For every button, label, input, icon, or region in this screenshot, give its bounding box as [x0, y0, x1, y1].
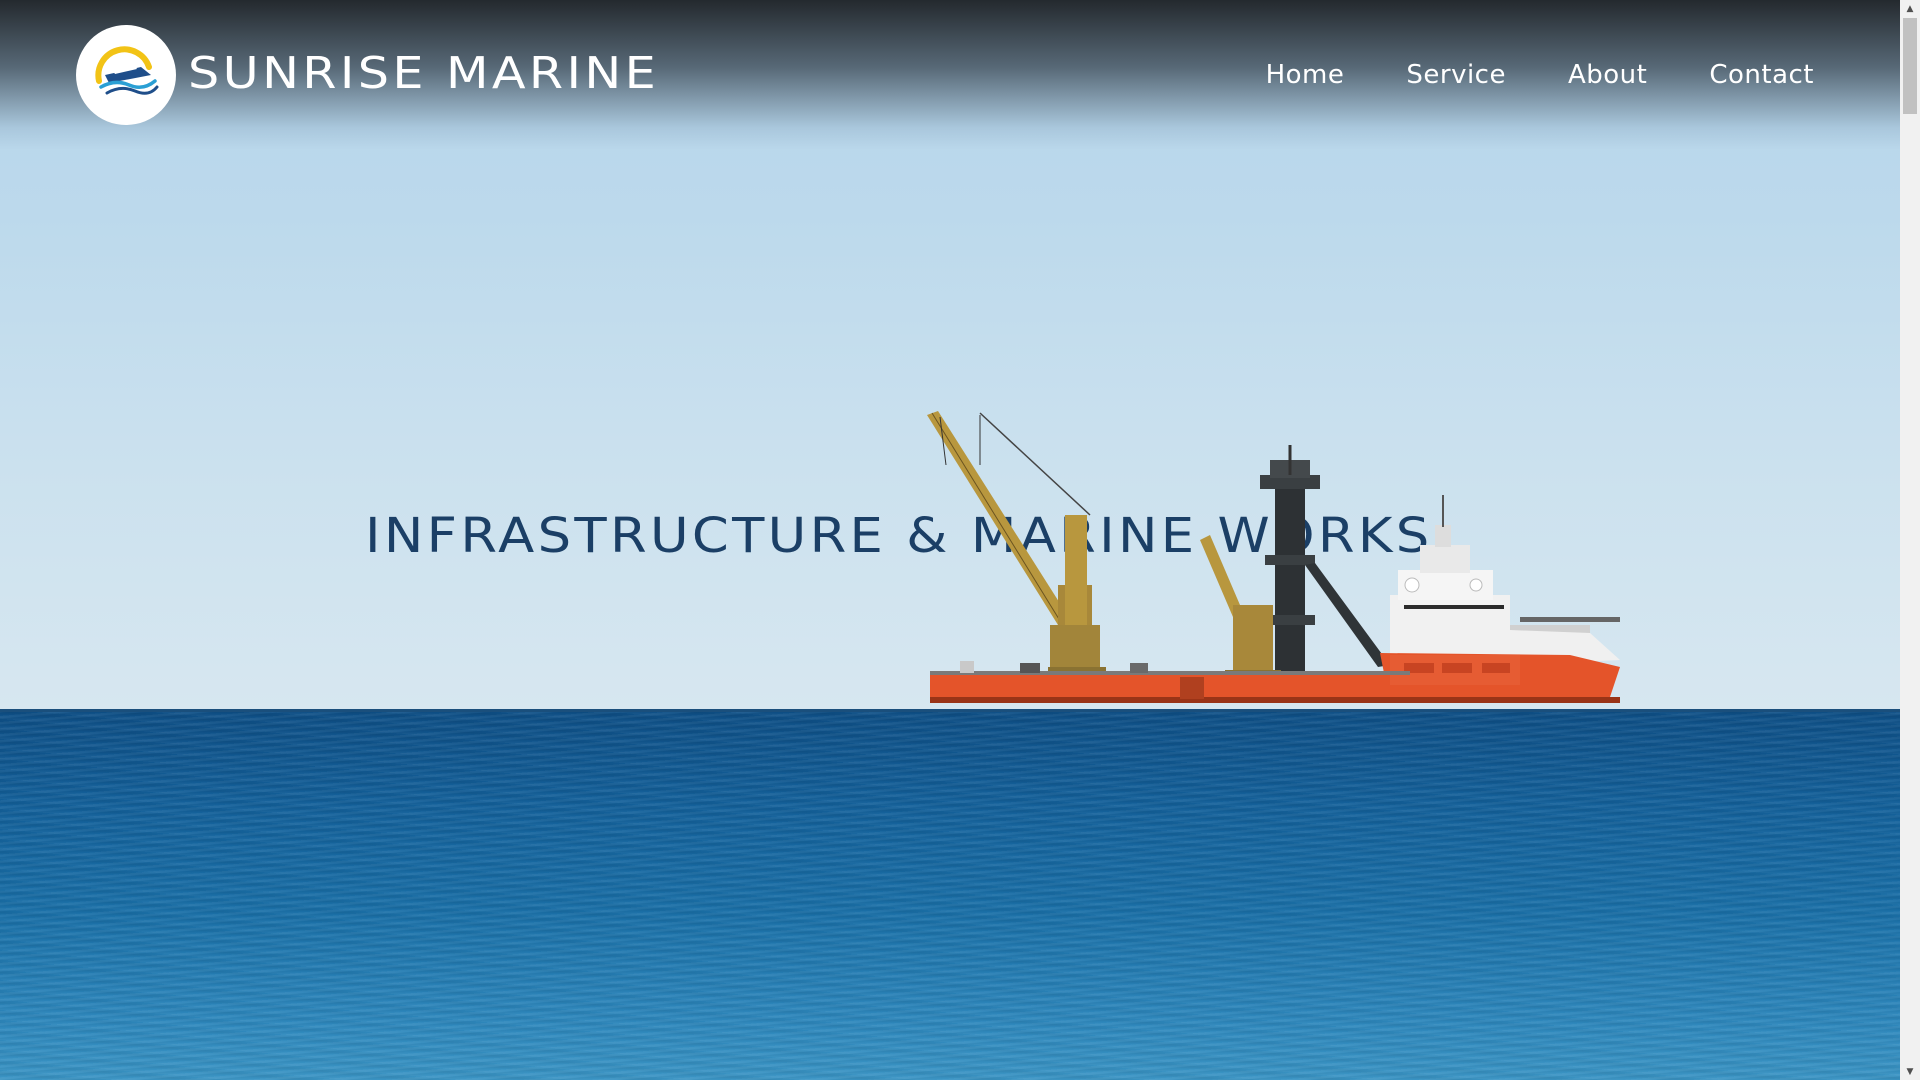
arrow-down-icon[interactable]: ▼	[1900, 1063, 1920, 1080]
hero-section: INFRASTRUCTURE & MARINE WORKS SUNRISE MA…	[0, 0, 1900, 1080]
sea-background	[0, 710, 1900, 1080]
nav-about[interactable]: About	[1568, 60, 1647, 90]
vertical-scrollbar[interactable]: ▲ ▼	[1900, 0, 1920, 1080]
main-crane	[927, 411, 1106, 679]
nav-service[interactable]: Service	[1406, 60, 1506, 90]
brand-name[interactable]: SUNRISE MARINE	[188, 48, 659, 99]
nav-contact[interactable]: Contact	[1709, 60, 1814, 90]
arrow-up-icon[interactable]: ▲	[1900, 0, 1920, 17]
main-nav: Home Service About Contact	[1266, 60, 1814, 90]
nav-home[interactable]: Home	[1266, 60, 1345, 90]
site-logo[interactable]	[76, 25, 176, 125]
scroll-thumb[interactable]	[1903, 18, 1917, 114]
vessel-image	[927, 411, 1620, 703]
superstructure	[1390, 495, 1620, 675]
ship-wave-logo-icon	[95, 46, 159, 95]
page: INFRASTRUCTURE & MARINE WORKS SUNRISE MA…	[0, 0, 1920, 1080]
derrick-tower	[1260, 445, 1390, 685]
